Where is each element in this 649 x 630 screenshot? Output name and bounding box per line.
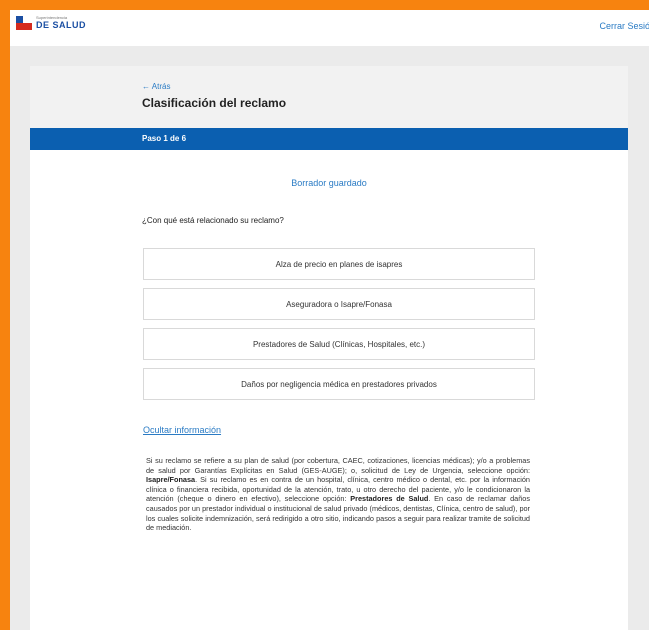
option-negligencia-button[interactable]: Daños por negligencia médica en prestado… [143, 368, 535, 400]
claim-question: ¿Con qué está relacionado su reclamo? [142, 216, 284, 225]
superintendencia-logo[interactable]: Superintendencia DE SALUD [16, 16, 86, 30]
option-alza-precio-button[interactable]: Alza de precio en planes de isapres [143, 248, 535, 280]
info-text: Si su reclamo se refiere a su plan de sa… [146, 456, 531, 533]
logout-link[interactable]: Cerrar Sesión [599, 21, 649, 31]
step-progress-bar: Paso 1 de 6 [30, 128, 628, 150]
option-aseguradora-button[interactable]: Aseguradora o Isapre/Fonasa [143, 288, 535, 320]
card-header: ← Atrás Clasificación del reclamo [30, 66, 628, 128]
browser-page: Superintendencia DE SALUD Cerrar Sesión … [10, 10, 649, 630]
claim-form-card: ← Atrás Clasificación del reclamo Paso 1… [30, 66, 628, 630]
back-link[interactable]: ← Atrás [142, 82, 170, 91]
hide-info-link[interactable]: Ocultar información [143, 425, 221, 435]
draft-saved-status: Borrador guardado [291, 178, 367, 188]
option-prestadores-button[interactable]: Prestadores de Salud (Clínicas, Hospital… [143, 328, 535, 360]
chile-flag-icon [16, 16, 32, 30]
page-title: Clasificación del reclamo [142, 96, 287, 110]
logo-text: DE SALUD [36, 20, 87, 30]
top-navigation-bar: Superintendencia DE SALUD Cerrar Sesión [10, 10, 649, 46]
step-label: Paso 1 de 6 [142, 134, 187, 143]
